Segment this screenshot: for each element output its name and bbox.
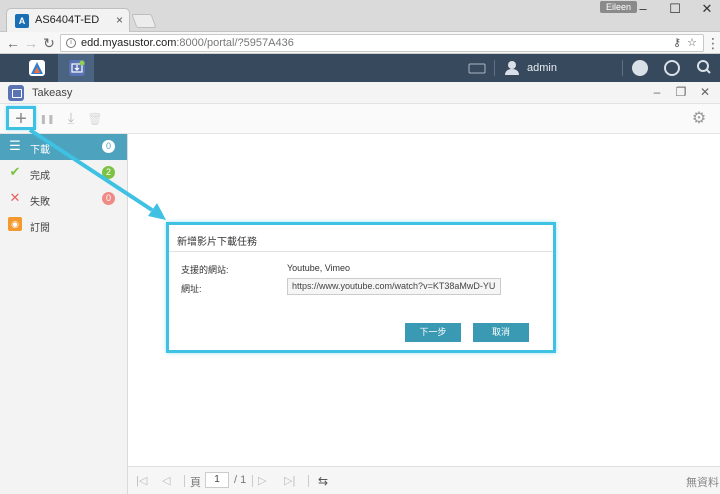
takeasy-window-icon [8,85,24,101]
sidebar-item-failed[interactable]: ✕ 失敗 0 [0,186,127,212]
takeasy-icon [69,60,85,76]
reload-icon[interactable]: ↻ [40,34,58,52]
sidebar-item-completed[interactable]: ✔ 完成 2 [0,160,127,186]
asustor-favicon-icon: A [15,14,29,28]
count-badge: 2 [102,166,115,179]
supported-sites-label: 支援的網站: [181,265,229,275]
dialog-header[interactable]: 新增影片下載任務 [169,225,553,252]
user-icon[interactable] [504,54,520,82]
tab-close-icon[interactable]: × [116,13,123,27]
key-icon[interactable]: ⚷ [673,36,681,49]
url-host: edd.myasustor.com [81,37,177,49]
next-page-icon[interactable]: ▷ [258,474,266,487]
sidebar-item-subscription[interactable]: ◉ 訂閱 [0,212,127,238]
pause-icon[interactable]: ❚❚ [37,109,57,129]
pager-divider [184,475,185,487]
browser-tab-strip: A AS6404T-ED × Eileen – ☐ ✕ [0,0,720,32]
url-path: :8000/portal/?5957A436 [176,37,294,49]
pagination-bar: |◁ ◁ 頁 1 / 1 ▷ ▷| ⇆ 無資料 [128,466,720,494]
window-restore-icon[interactable]: ❐ [672,85,690,101]
app-central-button[interactable] [18,54,54,82]
window-title: Takeasy [32,87,73,99]
sidebar-item-downloading[interactable]: ☰ 下載 0 [0,134,127,160]
new-tab-button[interactable] [131,14,157,28]
window-title-bar[interactable]: Takeasy – ❐ ✕ [0,82,720,104]
count-badge: 0 [102,192,115,205]
no-data-label: 無資料 [686,477,719,489]
power-icon[interactable] [664,60,680,76]
window-minimize-icon[interactable]: – [648,85,666,101]
url-input[interactable]: https://www.youtube.com/watch?v=KT38aMwD… [287,278,501,295]
pager-divider [308,475,309,487]
page-number-input[interactable]: 1 [205,472,229,488]
count-badge: 0 [102,140,115,153]
sidebar-item-label: 下載 [30,145,50,156]
sidebar-item-label: 訂閱 [30,223,50,234]
new-download-dialog: 新增影片下載任務 支援的網站: Youtube, Vimeo 網址: https… [166,222,556,353]
rss-icon: ◉ [8,217,22,231]
first-page-icon[interactable]: |◁ [136,474,147,487]
search-icon[interactable] [696,54,712,82]
delete-icon[interactable]: 🗑 [85,109,105,129]
check-icon: ✔ [9,164,21,179]
last-page-icon[interactable]: ▷| [284,474,295,487]
keyboard-icon[interactable] [468,54,486,82]
browser-menu-icon[interactable]: ⋮ [704,34,720,52]
page-total: / 1 [234,474,247,486]
window-close-icon[interactable]: ✕ [696,85,714,101]
toolbar: + ❚❚ ⤓ 🗑 ⚙ [0,104,720,134]
add-button-highlight [6,106,36,130]
url-text: edd.myasustor.com:8000/portal/?5957A436 [81,37,294,49]
sidebar-item-label: 失敗 [30,197,50,208]
username-label[interactable]: admin [527,54,557,82]
bookmark-star-icon[interactable]: ☆ [687,36,697,49]
browser-tab[interactable]: A AS6404T-ED × [6,8,130,32]
settings-gear-icon[interactable]: ⚙ [690,110,708,128]
cancel-button[interactable]: 取消 [473,323,529,342]
url-omnibox[interactable]: i edd.myasustor.com:8000/portal/?5957A43… [60,34,704,52]
window-minimize-button[interactable]: – [630,2,656,18]
app-central-icon [29,60,45,76]
takeasy-app-button[interactable] [58,54,94,82]
cross-icon: ✕ [9,190,21,205]
refresh-icon[interactable]: ⇆ [318,474,328,488]
next-step-button[interactable]: 下一步 [405,323,461,342]
pager-divider [252,475,253,487]
list-icon: ☰ [9,138,21,153]
browser-tab-title: AS6404T-ED [35,14,100,26]
prev-page-icon[interactable]: ◁ [162,474,170,487]
forward-arrow-icon[interactable]: → [22,34,40,52]
topbar-divider [622,60,623,76]
url-label: 網址: [181,284,202,294]
supported-sites-value: Youtube, Vimeo [287,263,351,273]
window-maximize-button[interactable]: ☐ [662,2,688,18]
sidebar: ☰ 下載 0 ✔ 完成 2 ✕ 失敗 0 ◉ 訂閱 [0,134,128,494]
window-close-button[interactable]: ✕ [694,2,720,18]
adm-top-bar: admin [0,54,720,82]
topbar-divider [494,60,495,76]
browser-address-bar: ← → ↻ i edd.myasustor.com:8000/portal/?5… [0,32,720,54]
download-icon[interactable]: ⤓ [61,109,81,129]
back-arrow-icon[interactable]: ← [4,34,22,52]
sidebar-item-label: 完成 [30,171,50,182]
dialog-title: 新增影片下載任務 [177,237,257,248]
page-label: 頁 [190,477,201,489]
notification-icon[interactable] [632,60,648,76]
site-info-icon[interactable]: i [66,38,76,48]
